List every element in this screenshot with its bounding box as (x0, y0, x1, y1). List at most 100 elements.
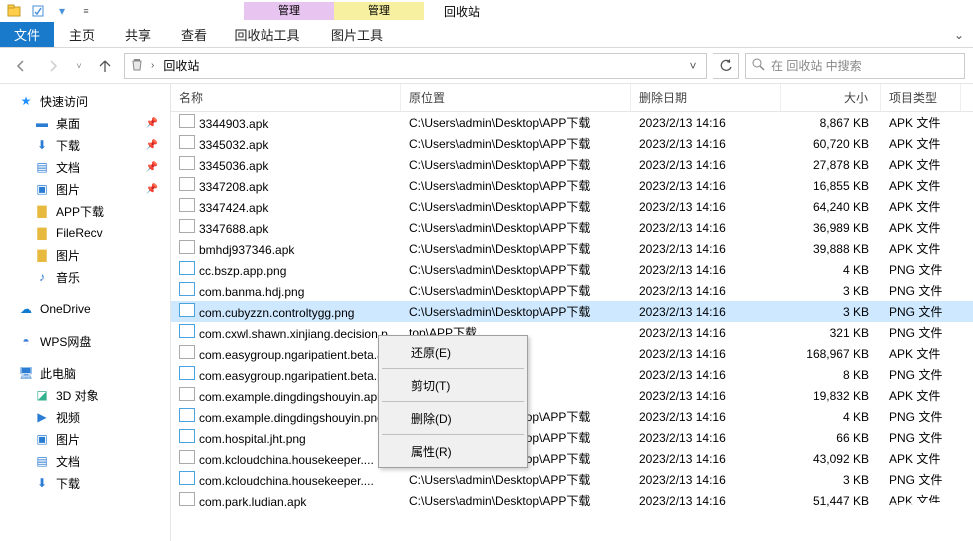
pc-icon: 🖥 (18, 365, 34, 381)
body: ★快速访问 ▬桌面📌 ⬇下载📌 ▤文档📌 ▣图片📌 ▇APP下载 ▇FileRe… (0, 84, 973, 541)
cell-date: 2023/2/13 14:16 (631, 137, 781, 151)
table-row[interactable]: 3345036.apkC:\Users\admin\Desktop\APP下载2… (171, 154, 973, 175)
tab-recycle-tools[interactable]: 回收站工具 (222, 22, 312, 47)
col-size[interactable]: 大小 (781, 84, 881, 111)
col-name[interactable]: 名称 (171, 84, 401, 111)
address-bar[interactable]: › 回收站 ˅ (124, 53, 707, 79)
table-row[interactable]: com.cxwl.shawn.xinjiang.decision.pngtop\… (171, 322, 973, 343)
sidebar-item-3d[interactable]: ◪3D 对象 (0, 384, 170, 406)
tab-home[interactable]: 主页 (54, 22, 110, 47)
cell-name: com.hospital.jht.png (199, 432, 306, 446)
sidebar-item-quick-access[interactable]: ★快速访问 (0, 90, 170, 112)
sidebar-label: 图片 (56, 247, 80, 264)
cell-type: PNG 文件 (881, 324, 961, 341)
sidebar-item-this-pc[interactable]: 🖥此电脑 (0, 362, 170, 384)
file-icon (179, 240, 195, 254)
table-row[interactable]: 3347424.apkC:\Users\admin\Desktop\APP下载2… (171, 196, 973, 217)
sidebar-item-filerecv[interactable]: ▇FileRecv (0, 222, 170, 244)
sidebar-item-wps[interactable]: ◓WPS网盘 (0, 330, 170, 352)
table-row[interactable]: com.cubyzzn.controltygg.pngC:\Users\admi… (171, 301, 973, 322)
cell-type: APK 文件 (881, 240, 961, 257)
nav-back-button[interactable] (8, 53, 34, 79)
sidebar-label: 图片 (56, 431, 80, 448)
sidebar-item-documents2[interactable]: ▤文档 (0, 450, 170, 472)
cell-name: 3347688.apk (199, 222, 268, 236)
tab-file[interactable]: 文件 (0, 22, 54, 47)
breadcrumb-sep-icon[interactable]: › (151, 60, 154, 71)
nav-history-dropdown[interactable]: ˅ (72, 53, 86, 79)
table-row[interactable]: com.hospital.jht.pngC:\Users\admin\Deskt… (171, 427, 973, 448)
table-row[interactable]: com.kcloudchina.housekeeper....C:\Users\… (171, 448, 973, 469)
cell-name: 3344903.apk (199, 117, 268, 131)
sidebar-item-pictures3[interactable]: ▣图片 (0, 428, 170, 450)
document-icon: ▤ (34, 159, 50, 175)
sidebar-item-videos[interactable]: ▶视频 (0, 406, 170, 428)
address-history-dropdown[interactable]: ˅ (684, 59, 702, 73)
cell-date: 2023/2/13 14:16 (631, 389, 781, 403)
menu-separator (382, 434, 524, 435)
sidebar-item-appdl[interactable]: ▇APP下载 (0, 200, 170, 222)
table-row[interactable]: 3347208.apkC:\Users\admin\Desktop\APP下载2… (171, 175, 973, 196)
table-row[interactable]: com.example.dingdingshouyin.pngC:\Users\… (171, 406, 973, 427)
menu-item[interactable]: 剪切(T) (381, 371, 525, 399)
breadcrumb[interactable]: 回收站 (160, 57, 202, 74)
sidebar-label: 音乐 (56, 269, 80, 286)
table-row[interactable]: 3344903.apkC:\Users\admin\Desktop\APP下载2… (171, 112, 973, 133)
table-row[interactable]: cc.bszp.app.pngC:\Users\admin\Desktop\AP… (171, 259, 973, 280)
undo-icon[interactable]: ▾ (52, 1, 72, 21)
table-row[interactable]: 3347688.apkC:\Users\admin\Desktop\APP下载2… (171, 217, 973, 238)
sidebar-item-music[interactable]: ♪ 音乐 (0, 266, 170, 288)
ribbon-expand-icon[interactable]: ⌄ (945, 22, 973, 47)
refresh-button[interactable] (713, 53, 739, 79)
cell-date: 2023/2/13 14:16 (631, 242, 781, 256)
qat-dropdown-icon[interactable]: ≡ (76, 1, 96, 21)
cell-loc: C:\Users\admin\Desktop\APP下载 (401, 471, 631, 488)
sidebar-item-pictures2[interactable]: ▇图片 (0, 244, 170, 266)
table-row[interactable]: com.park.ludian.apkC:\Users\admin\Deskto… (171, 490, 973, 511)
tab-picture-tools[interactable]: 图片工具 (312, 22, 402, 47)
sidebar-item-desktop[interactable]: ▬桌面📌 (0, 112, 170, 134)
table-row[interactable]: com.example.dingdingshouyin.apktop\APP下载… (171, 385, 973, 406)
sidebar-item-onedrive[interactable]: ☁OneDrive (0, 298, 170, 320)
menu-item[interactable]: 属性(R) (381, 437, 525, 465)
cell-loc: C:\Users\admin\Desktop\APP下载 (401, 198, 631, 215)
cell-date: 2023/2/13 14:16 (631, 305, 781, 319)
col-type[interactable]: 项目类型 (881, 84, 961, 111)
col-date[interactable]: 删除日期 (631, 84, 781, 111)
tab-view[interactable]: 查看 (166, 22, 222, 47)
sidebar-item-documents[interactable]: ▤文档📌 (0, 156, 170, 178)
cell-size: 51,447 KB (781, 494, 881, 508)
sidebar-label: 下载 (56, 137, 80, 154)
sidebar-item-pictures[interactable]: ▣图片📌 (0, 178, 170, 200)
table-row[interactable]: com.easygroup.ngaripatient.beta.pngtop\A… (171, 364, 973, 385)
col-location[interactable]: 原位置 (401, 84, 631, 111)
file-icon (179, 177, 195, 191)
sidebar-item-downloads2[interactable]: ⬇下载 (0, 472, 170, 494)
main-panel: 名称 原位置 删除日期 大小 项目类型 3344903.apkC:\Users\… (171, 84, 973, 541)
desktop-icon: ▬ (34, 115, 50, 131)
sidebar-item-downloads[interactable]: ⬇下载📌 (0, 134, 170, 156)
cell-name: 3345036.apk (199, 159, 268, 173)
table-row[interactable]: com.kcloudchina.housekeeper....C:\Users\… (171, 469, 973, 490)
menu-item[interactable]: 还原(E) (381, 338, 525, 366)
cell-size: 168,967 KB (781, 347, 881, 361)
cell-loc: C:\Users\admin\Desktop\APP下载 (401, 156, 631, 173)
cell-date: 2023/2/13 14:16 (631, 263, 781, 277)
table-row[interactable]: 3345032.apkC:\Users\admin\Desktop\APP下载2… (171, 133, 973, 154)
cell-type: APK 文件 (881, 219, 961, 236)
menu-item[interactable]: 删除(D) (381, 404, 525, 432)
props-icon[interactable] (28, 1, 48, 21)
pin-icon: 📌 (146, 118, 158, 129)
cell-date: 2023/2/13 14:16 (631, 410, 781, 424)
search-box[interactable]: 在 回收站 中搜索 (745, 53, 965, 79)
download-icon: ⬇ (34, 475, 50, 491)
tab-share[interactable]: 共享 (110, 22, 166, 47)
nav-up-button[interactable] (92, 53, 118, 79)
table-row[interactable]: com.banma.hdj.pngC:\Users\admin\Desktop\… (171, 280, 973, 301)
cell-size: 19,832 KB (781, 389, 881, 403)
file-icon (179, 408, 195, 422)
table-row[interactable]: com.easygroup.ngaripatient.beta.apktop\A… (171, 343, 973, 364)
music-icon: ♪ (34, 269, 50, 285)
table-row[interactable]: bmhdj937346.apkC:\Users\admin\Desktop\AP… (171, 238, 973, 259)
nav-forward-button[interactable] (40, 53, 66, 79)
